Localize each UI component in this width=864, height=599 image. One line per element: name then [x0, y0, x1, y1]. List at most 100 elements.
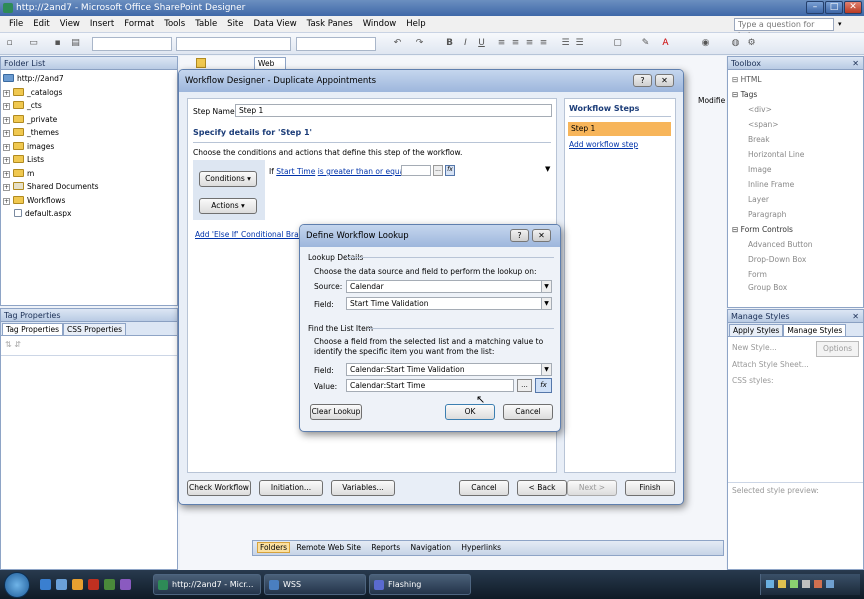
size-combo[interactable] — [296, 37, 376, 51]
step-1-item[interactable]: Step 1 — [568, 122, 671, 136]
tags-section[interactable]: ⊟ Tags — [732, 87, 859, 102]
finish-button[interactable]: Finish — [625, 480, 675, 496]
lookup-cancel-button[interactable]: Cancel — [503, 404, 553, 420]
field-select[interactable]: Start Time Validation ▼ — [346, 297, 552, 310]
taskbar-item-wss[interactable]: WSS — [264, 574, 366, 595]
menu-format[interactable]: Format — [119, 16, 159, 33]
expand-icon[interactable]: + — [3, 89, 10, 97]
close-dialog-button[interactable]: ✕ — [655, 74, 674, 87]
clear-lookup-button[interactable]: Clear Lookup — [310, 404, 362, 420]
print-icon[interactable]: ▤ — [70, 38, 81, 49]
tray-icon[interactable] — [766, 580, 774, 588]
minimize-button[interactable]: – — [806, 1, 824, 14]
value-input[interactable]: Calendar:Start Time — [346, 379, 514, 392]
border-icon[interactable]: ▢ — [612, 38, 623, 49]
preview-icon[interactable]: ◉ — [700, 38, 711, 49]
close-icon[interactable]: ✕ — [852, 57, 859, 70]
view-tab-hyperlinks[interactable]: Hyperlinks — [457, 543, 505, 552]
condition-menu-icon[interactable]: ▼ — [545, 165, 550, 173]
tray-icon[interactable] — [826, 580, 834, 588]
toolbox-item[interactable]: Break — [732, 132, 859, 147]
maximize-button[interactable]: □ — [825, 1, 843, 14]
menu-help[interactable]: Help — [401, 16, 430, 33]
tab-css-properties[interactable]: CSS Properties — [62, 323, 127, 335]
tree-item-workflows[interactable]: + Workflows — [3, 194, 177, 208]
value-fx-button[interactable]: fx — [535, 378, 552, 393]
new-page-icon[interactable]: ▫ — [4, 38, 15, 49]
close-window-button[interactable]: ✕ — [844, 1, 862, 14]
font-combo[interactable] — [176, 37, 291, 51]
quicklaunch-icon[interactable] — [40, 579, 51, 590]
tree-item-cts[interactable]: + _cts — [3, 99, 177, 113]
numbering-icon[interactable]: ☰ — [574, 38, 585, 49]
ellipsis-button[interactable]: ... — [433, 165, 443, 176]
justify-icon[interactable]: ≡ — [538, 38, 549, 49]
toolbox-item[interactable]: Drop-Down Box — [732, 252, 859, 267]
quicklaunch-icon[interactable] — [56, 579, 67, 590]
source-select[interactable]: Calendar ▼ — [346, 280, 552, 293]
menu-insert[interactable]: Insert — [85, 16, 119, 33]
tree-item-shared-documents[interactable]: + Shared Documents — [3, 180, 177, 194]
sort-icon[interactable]: ⇅ — [5, 340, 12, 349]
save-icon[interactable]: ▪ — [52, 38, 63, 49]
expand-icon[interactable]: + — [3, 103, 10, 110]
fx-button[interactable]: fx — [445, 165, 455, 176]
quicklaunch-icon[interactable] — [120, 579, 131, 590]
view-tab-remote[interactable]: Remote Web Site — [292, 543, 364, 552]
tools-icon[interactable]: ⚙ — [746, 38, 757, 49]
new-style-link[interactable]: New Style... — [732, 343, 777, 352]
menu-site[interactable]: Site — [222, 16, 248, 33]
globe-icon[interactable]: ◍ — [730, 38, 741, 49]
view-tab-navigation[interactable]: Navigation — [407, 543, 455, 552]
toolbox-item[interactable]: Layer — [732, 192, 859, 207]
tray-icon[interactable] — [802, 580, 810, 588]
conditions-button[interactable]: Conditions ▾ — [199, 171, 257, 187]
menu-table[interactable]: Table — [190, 16, 222, 33]
chevron-down-icon[interactable]: ▼ — [541, 298, 551, 309]
bold-icon[interactable]: B — [444, 38, 455, 49]
quicklaunch-icon[interactable] — [88, 579, 99, 590]
menu-file[interactable]: File — [4, 16, 28, 33]
align-left-icon[interactable]: ≡ — [496, 38, 507, 49]
field2-select[interactable]: Calendar:Start Time Validation ▼ — [346, 363, 552, 376]
toolbox-item[interactable]: <span> — [732, 117, 859, 132]
taskbar-item-flashing[interactable]: Flashing — [369, 574, 471, 595]
chevron-down-icon[interactable]: ▼ — [541, 281, 551, 292]
toolbox-item[interactable]: <div> — [732, 102, 859, 117]
menu-edit[interactable]: Edit — [28, 16, 54, 33]
expand-icon[interactable]: + — [3, 170, 10, 178]
align-right-icon[interactable]: ≡ — [524, 38, 535, 49]
tab-apply-styles[interactable]: Apply Styles — [729, 324, 784, 336]
tree-item-lists[interactable]: + Lists — [3, 153, 177, 167]
tree-item-m[interactable]: + m — [3, 167, 177, 181]
tree-item-catalogs[interactable]: + _catalogs — [3, 86, 177, 100]
initiation-button[interactable]: Initiation... — [259, 480, 323, 496]
style-combo[interactable] — [92, 37, 172, 51]
toolbox-item[interactable]: Paragraph — [732, 207, 859, 222]
quicklaunch-icon[interactable] — [104, 579, 115, 590]
step-name-input[interactable]: Step 1 — [235, 104, 552, 117]
expand-icon[interactable]: + — [3, 116, 10, 124]
show-set-properties-icon[interactable]: ⇵ — [14, 340, 21, 349]
open-icon[interactable]: ▭ — [28, 38, 39, 49]
chevron-down-icon[interactable]: ▼ — [541, 364, 551, 375]
tree-item-root[interactable]: http://2and7 — [3, 72, 177, 86]
toolbox-item[interactable]: Group Box — [732, 282, 859, 294]
highlight-icon[interactable]: ✎ — [640, 38, 651, 49]
font-color-icon[interactable]: A — [660, 38, 671, 49]
expand-icon[interactable]: + — [3, 197, 10, 205]
tab-manage-styles[interactable]: Manage Styles — [783, 324, 847, 336]
variables-button[interactable]: Variables... — [331, 480, 395, 496]
tray-icon[interactable] — [814, 580, 822, 588]
toolbox-item[interactable]: Inline Frame — [732, 177, 859, 192]
tree-item-private[interactable]: + _private — [3, 113, 177, 127]
tree-item-default-aspx[interactable]: default.aspx — [3, 207, 177, 221]
view-tab-reports[interactable]: Reports — [367, 543, 404, 552]
redo-icon[interactable]: ↷ — [414, 38, 425, 49]
tab-tag-properties[interactable]: Tag Properties — [2, 323, 63, 335]
tray-icon[interactable] — [790, 580, 798, 588]
back-button[interactable]: < Back — [517, 480, 567, 496]
undo-icon[interactable]: ↶ — [392, 38, 403, 49]
help-search-input[interactable]: Type a question for help — [734, 18, 834, 40]
italic-icon[interactable]: I — [460, 38, 471, 49]
